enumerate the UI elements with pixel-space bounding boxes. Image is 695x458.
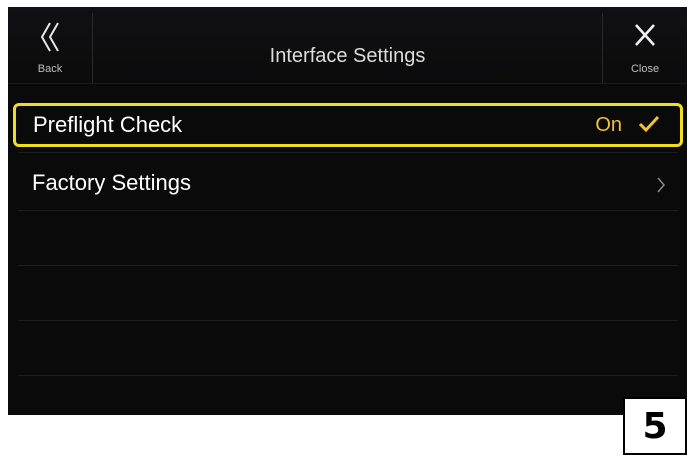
- page-title: Interface Settings: [269, 45, 426, 67]
- row-divider: [18, 210, 678, 211]
- close-x-icon: [635, 24, 655, 46]
- setting-row-preflight-check[interactable]: Preflight Check On: [13, 103, 683, 147]
- back-label: Back: [37, 63, 63, 75]
- row-divider: [18, 375, 678, 376]
- row-divider: [18, 265, 678, 266]
- row-divider: [18, 152, 678, 153]
- checkmark-icon: [638, 115, 660, 133]
- chevron-right-icon: [657, 177, 665, 193]
- setting-row-factory-settings[interactable]: Factory Settings: [18, 155, 683, 211]
- setting-value: On: [595, 114, 622, 136]
- setting-label: Factory Settings: [32, 170, 191, 195]
- close-button[interactable]: Close: [602, 13, 687, 83]
- row-divider: [18, 320, 678, 321]
- double-chevron-left-icon: [40, 22, 59, 52]
- close-label: Close: [630, 63, 660, 75]
- step-number-badge: 5: [623, 397, 687, 455]
- back-button[interactable]: Back: [8, 13, 93, 83]
- header-bar: Back Interface Settings Close: [8, 7, 687, 83]
- head-unit-screen: Back Interface Settings Close Preflight …: [8, 7, 687, 415]
- setting-label: Preflight Check: [33, 112, 183, 137]
- header-divider: [8, 83, 687, 84]
